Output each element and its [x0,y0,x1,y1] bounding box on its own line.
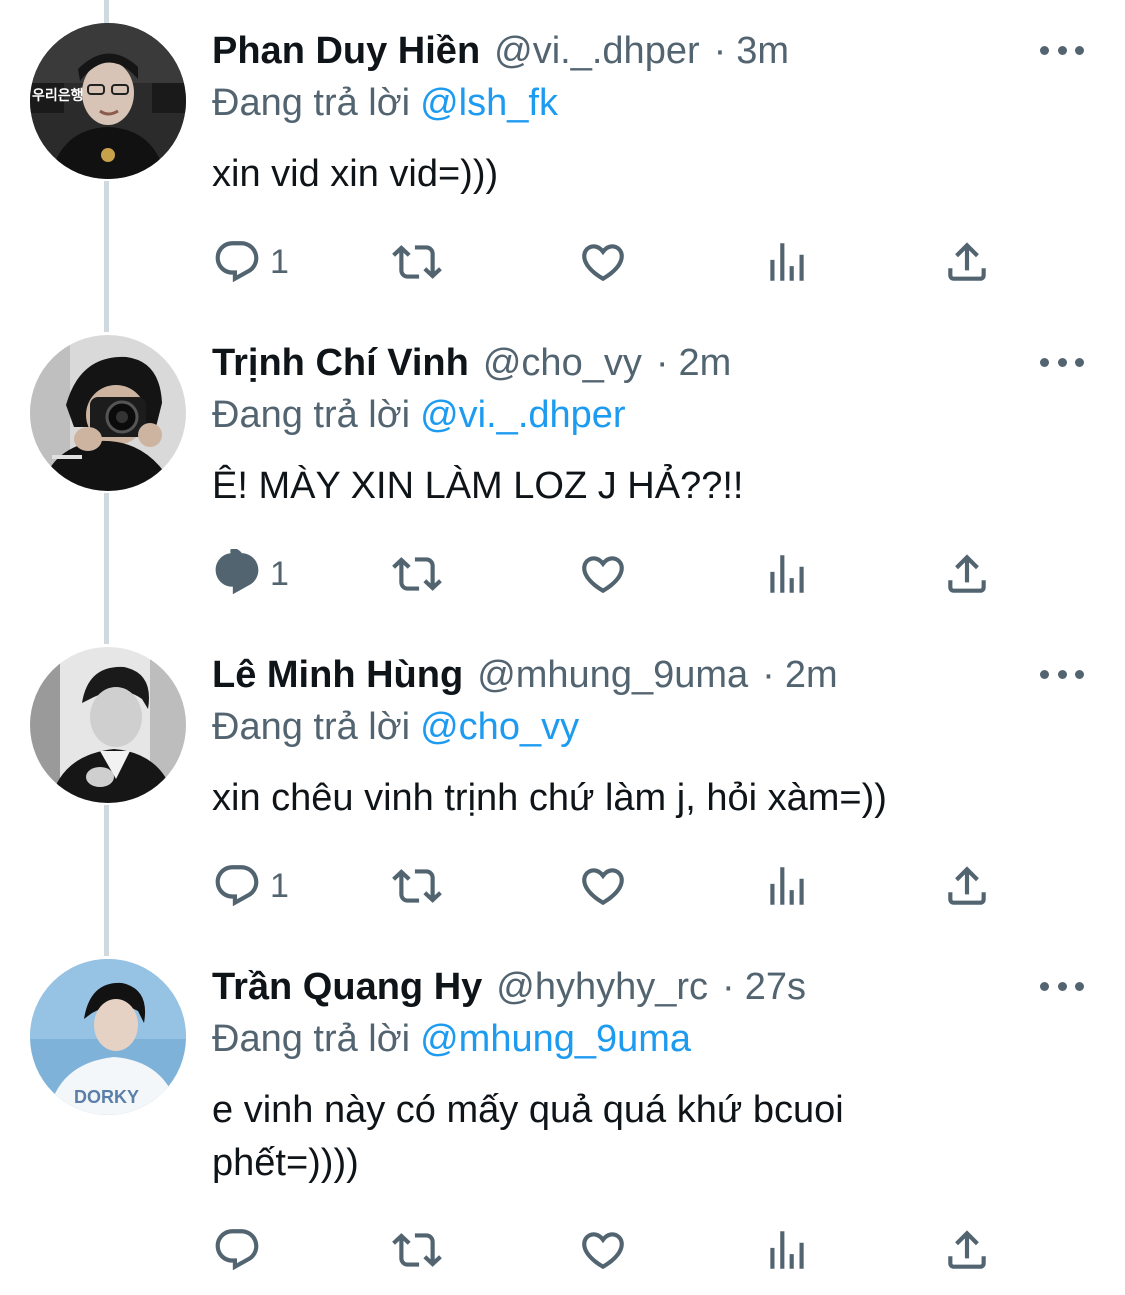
tweet-text: Ê! MÀY XIN LÀM LOZ J HẢ??!! [212,465,744,507]
tweet-header: Lê Minh Hùng @mhung_9uma · 2m [212,650,838,700]
reply-icon [215,549,259,595]
share-button[interactable] [942,542,992,606]
tweet-actions: 1 [0,542,1125,606]
share-icon [948,866,986,905]
avatar-logo-text: 우리은행 [32,87,84,103]
like-icon [582,244,624,282]
display-name[interactable]: Trần Quang Hy [212,962,482,1012]
share-button[interactable] [942,1218,992,1282]
avatar[interactable]: DORKY [30,959,186,1115]
retweet-button[interactable] [392,854,442,918]
analytics-button[interactable] [762,230,812,294]
tweet-header: Trần Quang Hy @hyhyhy_rc · 27s [212,962,806,1012]
replying-to-label: Đang trả lời [212,1018,411,1060]
reply-icon [215,1229,259,1271]
tweet-header: Trịnh Chí Vinh @cho_vy · 2m [212,338,731,388]
avatar[interactable]: 우리은행 [30,23,186,179]
reply-button[interactable] [212,1218,270,1282]
reply-button[interactable]: 1 [212,230,289,294]
analytics-icon [770,555,804,593]
reply-mention-link[interactable]: @lsh_fk [420,82,558,124]
tweet-header: Phan Duy Hiền @vi._.dhper · 3m [212,26,789,76]
retweet-button[interactable] [392,1218,442,1282]
reply-count: 1 [270,866,289,905]
reply-icon [215,865,259,907]
more-icon[interactable] [1040,974,1084,998]
like-button[interactable] [578,1218,628,1282]
replying-to-label: Đang trả lời [212,394,411,436]
avatar[interactable] [30,335,186,491]
retweet-icon [392,557,442,591]
share-icon [948,242,986,281]
tweet-actions [0,1218,1125,1282]
more-icon[interactable] [1040,38,1084,62]
reply-button[interactable]: 1 [212,542,289,606]
analytics-button[interactable] [762,1218,812,1282]
timestamp[interactable]: 2m [679,338,732,388]
retweet-icon [392,1233,442,1267]
retweet-button[interactable] [392,230,442,294]
tweet-actions: 1 [0,230,1125,294]
more-icon[interactable] [1040,662,1084,686]
avatar[interactable] [30,647,186,803]
analytics-icon [770,1231,804,1269]
share-button[interactable] [942,854,992,918]
separator: · [655,342,669,384]
like-button[interactable] [578,542,628,606]
reply-icon [215,241,259,283]
analytics-icon [770,243,804,281]
retweet-button[interactable] [392,542,442,606]
reply-button[interactable]: 1 [212,854,289,918]
reply-count: 1 [270,554,289,593]
replying-to: Đang trả lời @cho_vy [212,702,579,752]
reply-mention-link[interactable]: @vi._.dhper [420,394,625,436]
tweet-item[interactable]: Lê Minh Hùng @mhung_9uma · 2m Đang trả l… [0,624,1125,936]
username[interactable]: @vi._.dhper [494,26,699,76]
tweet-item[interactable]: Trịnh Chí Vinh @cho_vy · 2m Đang trả lời… [0,312,1125,624]
tweet-item[interactable]: 우리은행 Phan Duy Hiền @vi._.dhper · 3m Đang… [0,0,1125,312]
share-icon [948,554,986,593]
timestamp[interactable]: 3m [736,26,789,76]
avatar-shirt-text: DORKY [74,1087,140,1107]
reply-mention-link[interactable]: @cho_vy [420,706,579,748]
username[interactable]: @hyhyhy_rc [496,962,708,1012]
tweet-text: e vinh này có mấy quả quá khứ bcuoi phết… [212,1089,844,1184]
analytics-button[interactable] [762,542,812,606]
tweet-text: xin vid xin vid=))) [212,153,499,195]
replying-to-label: Đang trả lời [212,82,411,124]
like-icon [582,868,624,906]
separator: · [713,30,727,72]
separator: · [762,654,775,696]
tweet-item[interactable]: DORKY Trần Quang Hy @hyhyhy_rc · 27s Đan… [0,936,1125,1295]
share-button[interactable] [942,230,992,294]
username[interactable]: @cho_vy [483,338,642,388]
timestamp[interactable]: 2m [785,650,838,700]
share-icon [948,1230,986,1269]
retweet-icon [392,245,442,279]
like-button[interactable] [578,854,628,918]
reply-mention-link[interactable]: @mhung_9uma [420,1018,691,1060]
display-name[interactable]: Lê Minh Hùng [212,650,463,700]
timestamp[interactable]: 27s [745,962,806,1012]
replying-to-label: Đang trả lời [212,706,411,748]
tweet-actions: 1 [0,854,1125,918]
display-name[interactable]: Phan Duy Hiền [212,26,480,76]
display-name[interactable]: Trịnh Chí Vinh [212,338,469,388]
tweet-text: xin chêu vinh trịnh chứ làm j, hỏi xàm=)… [212,777,887,819]
separator: · [722,966,735,1008]
analytics-button[interactable] [762,854,812,918]
analytics-icon [770,867,804,905]
more-icon[interactable] [1040,350,1084,374]
replying-to: Đang trả lời @mhung_9uma [212,1014,691,1064]
replying-to: Đang trả lời @vi._.dhper [212,390,626,440]
like-icon [582,1232,624,1270]
like-icon [582,556,624,594]
replying-to: Đang trả lời @lsh_fk [212,78,558,128]
like-button[interactable] [578,230,628,294]
retweet-icon [392,869,442,903]
reply-count: 1 [270,242,289,281]
username[interactable]: @mhung_9uma [477,650,748,700]
